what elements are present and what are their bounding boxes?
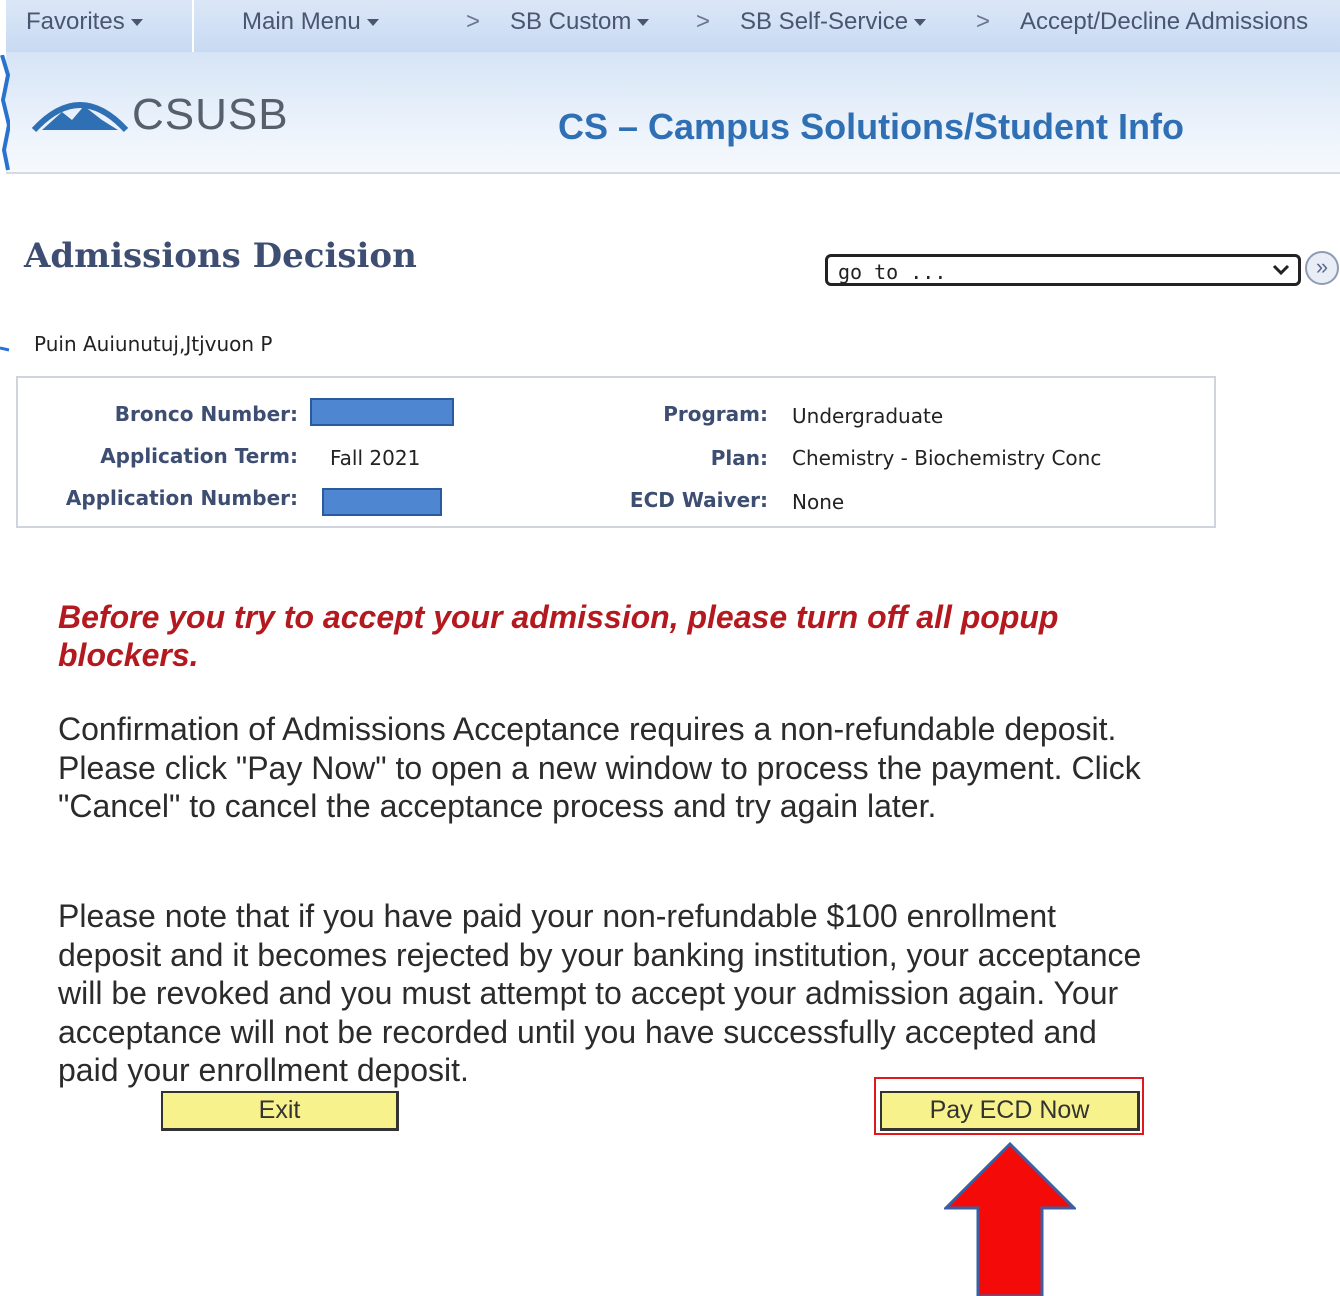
student-name: Puin Auiunutuj,Jtjvuon P	[34, 332, 273, 356]
main-menu-label: Main Menu	[242, 8, 361, 35]
edge-scribble-icon	[0, 346, 10, 352]
redacted-application-number	[322, 488, 442, 516]
application-number-label: Application Number:	[65, 486, 298, 510]
breadcrumb-label: SB Custom	[510, 8, 632, 35]
caret-down-icon	[366, 19, 379, 27]
breadcrumb-separator-icon: >	[976, 8, 991, 35]
goto-select-value: go to ...	[838, 260, 947, 284]
goto-select[interactable]: go to ...	[825, 254, 1301, 286]
application-term-label: Application Term:	[100, 444, 298, 468]
breadcrumb-sb-custom[interactable]: SB Custom	[510, 8, 650, 36]
header-banner: CSUSB CS – Campus Solutions/Student Info	[6, 52, 1340, 174]
breadcrumb-accept-decline[interactable]: Accept/Decline Admissions	[1020, 8, 1308, 36]
deposit-rejection-note: Please note that if you have paid your n…	[58, 898, 1142, 1088]
breadcrumb-label: SB Self-Service	[740, 8, 909, 35]
breadcrumb-separator-icon: >	[696, 8, 711, 35]
caret-down-icon	[130, 19, 143, 27]
breadcrumb-separator-icon: >	[466, 8, 481, 35]
caret-down-icon	[637, 19, 650, 27]
main-menu[interactable]: Main Menu	[242, 8, 379, 36]
red-up-arrow-icon	[944, 1142, 1076, 1296]
ecd-waiver-value: None	[792, 490, 845, 514]
double-chevron-right-icon[interactable]: »	[1305, 251, 1339, 285]
plan-label: Plan:	[710, 446, 768, 470]
favorites-label: Favorites	[26, 8, 125, 35]
exit-button[interactable]: Exit	[161, 1091, 399, 1131]
popup-blocker-warning: Before you try to accept your admission,…	[58, 599, 1059, 673]
nav-divider	[192, 0, 194, 52]
application-title: CS – Campus Solutions/Student Info	[558, 106, 1185, 147]
caret-down-icon	[914, 19, 927, 27]
mountain-logo-icon	[32, 102, 128, 133]
bronco-number-label: Bronco Number:	[114, 402, 298, 426]
ecd-waiver-label: ECD Waiver:	[629, 488, 768, 512]
application-term-value: Fall 2021	[330, 446, 421, 470]
page-title: Admissions Decision	[24, 236, 417, 276]
pay-button-highlight-box	[874, 1077, 1144, 1135]
redacted-bronco-number	[310, 398, 454, 426]
program-value: Undergraduate	[792, 404, 944, 428]
deposit-instructions: Confirmation of Admissions Acceptance re…	[58, 711, 1141, 824]
program-label: Program:	[663, 402, 768, 426]
breadcrumb-sb-self-service[interactable]: SB Self-Service	[740, 8, 927, 36]
edge-scribble-icon	[0, 55, 10, 171]
plan-value: Chemistry - Biochemistry Conc	[792, 446, 1102, 470]
chevron-down-icon	[1272, 264, 1290, 276]
top-nav-bar: Favorites Main Menu > SB Custom > SB Sel…	[6, 0, 1340, 52]
logo-text: CSUSB	[132, 90, 289, 139]
favorites-menu[interactable]: Favorites	[26, 8, 143, 36]
application-info-box: Bronco Number: Application Term: Fall 20…	[16, 376, 1216, 528]
